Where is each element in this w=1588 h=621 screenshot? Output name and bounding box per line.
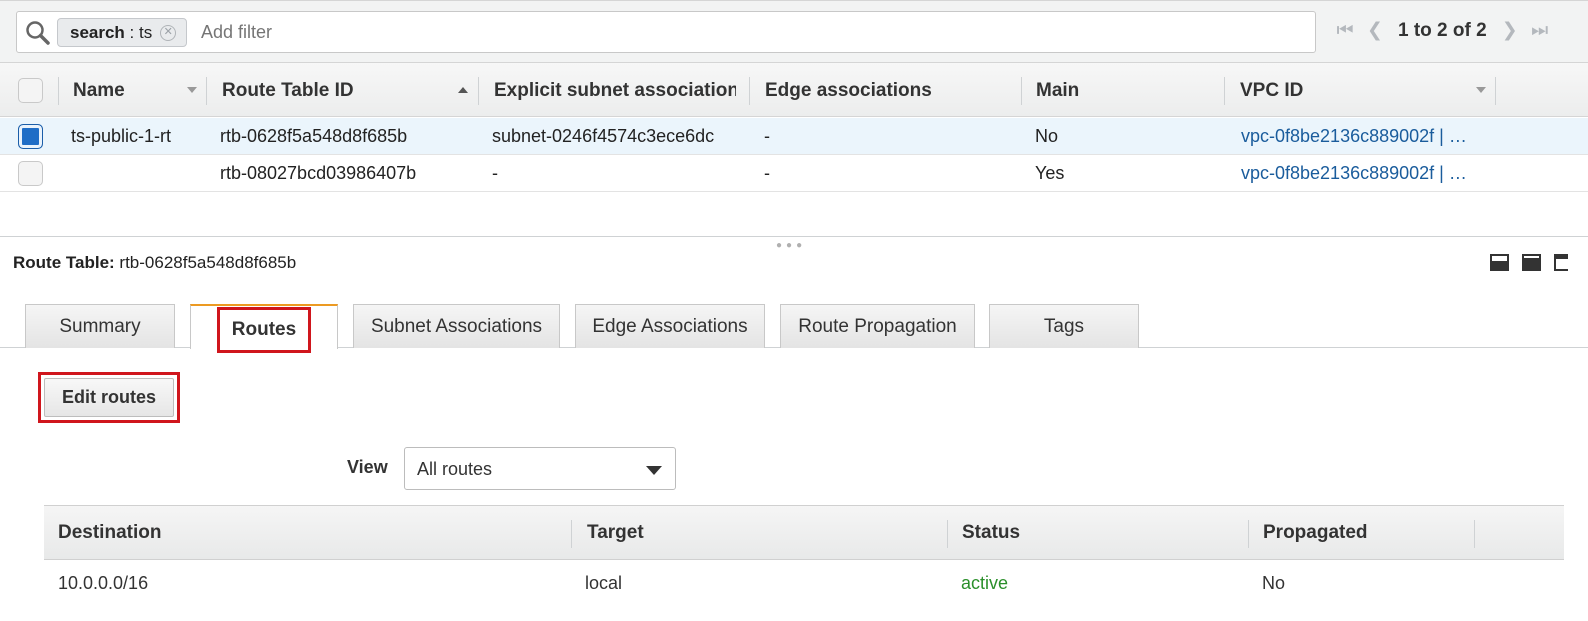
col-propagated[interactable]: Propagated bbox=[1263, 506, 1463, 560]
prev-page-icon[interactable]: ❮ bbox=[1360, 19, 1390, 42]
col-target[interactable]: Target bbox=[587, 506, 947, 560]
row-subnet: - bbox=[492, 163, 498, 183]
row-edge: - bbox=[764, 163, 770, 183]
tab-edge-associations[interactable]: Edge Associations bbox=[575, 304, 765, 348]
layout-split-icon[interactable] bbox=[1522, 254, 1541, 271]
first-page-icon[interactable]: ⏮ bbox=[1330, 20, 1360, 42]
view-select[interactable]: All routes bbox=[404, 447, 676, 490]
route-propagated: No bbox=[1262, 573, 1286, 593]
tab-tags[interactable]: Tags bbox=[989, 304, 1139, 348]
resize-handle-icon[interactable]: ●●● bbox=[776, 240, 806, 251]
next-page-icon[interactable]: ❯ bbox=[1495, 19, 1525, 42]
pagination: ⏮ ❮ 1 to 2 of 2 ❯ ⏭ bbox=[1330, 19, 1555, 42]
row-route-table-id: rtb-0628f5a548d8f685b bbox=[220, 126, 408, 146]
route-destination: 10.0.0.0/16 bbox=[58, 573, 149, 593]
col-edge-associations[interactable]: Edge associations bbox=[765, 63, 1005, 118]
search-box[interactable]: search : ts ✕ bbox=[16, 11, 1316, 53]
layout-bottom-icon[interactable] bbox=[1490, 254, 1509, 271]
filter-chip-key: search bbox=[70, 22, 125, 42]
split-divider[interactable] bbox=[0, 236, 1588, 237]
routes-table-header: Destination Target Status Propagated bbox=[44, 505, 1564, 560]
sort-caret-icon[interactable] bbox=[187, 87, 197, 93]
filter-chip-value: ts bbox=[139, 22, 153, 42]
col-name[interactable]: Name bbox=[73, 63, 183, 118]
sort-asc-icon[interactable] bbox=[458, 87, 468, 93]
edit-routes-button[interactable]: Edit routes bbox=[44, 378, 174, 417]
detail-label: Route Table: bbox=[13, 253, 115, 272]
tab-summary[interactable]: Summary bbox=[25, 304, 175, 348]
layout-top-icon[interactable] bbox=[1554, 254, 1568, 271]
remove-filter-icon[interactable]: ✕ bbox=[160, 24, 177, 41]
route-target: local bbox=[585, 573, 623, 593]
row-vpc-link[interactable]: vpc-0f8be2136c889002f | … bbox=[1241, 155, 1467, 192]
row-main: Yes bbox=[1035, 163, 1065, 183]
row-subnet: subnet-0246f4574c3ece6dc bbox=[492, 126, 715, 146]
search-icon bbox=[26, 21, 50, 45]
col-explicit-subnet[interactable]: Explicit subnet association bbox=[494, 63, 736, 118]
row-route-table-id: rtb-08027bcd03986407b bbox=[220, 163, 417, 183]
last-page-icon[interactable]: ⏭ bbox=[1525, 20, 1555, 42]
route-status: active bbox=[961, 573, 1009, 593]
col-vpc-id[interactable]: VPC ID bbox=[1240, 63, 1440, 118]
col-route-table-id[interactable]: Route Table ID bbox=[222, 63, 452, 118]
row-name: ts-public-1-rt bbox=[71, 126, 172, 146]
table-row[interactable]: rtb-08027bcd03986407b - - Yes vpc-0f8be2… bbox=[0, 155, 1588, 192]
detail-route-table-id: rtb-0628f5a548d8f685b bbox=[119, 253, 297, 272]
row-checkbox[interactable] bbox=[18, 124, 43, 149]
tab-subnet-associations[interactable]: Subnet Associations bbox=[353, 304, 560, 348]
view-select-value: All routes bbox=[417, 459, 493, 479]
edit-routes-highlight: Edit routes bbox=[38, 372, 180, 423]
filter-chip[interactable]: search : ts ✕ bbox=[57, 18, 188, 47]
page-range: 1 to 2 of 2 bbox=[1398, 19, 1487, 41]
add-filter-input[interactable] bbox=[201, 22, 601, 43]
select-all-checkbox[interactable] bbox=[18, 78, 43, 103]
table-row: 10.0.0.0/16 local active No bbox=[44, 561, 1564, 605]
col-destination[interactable]: Destination bbox=[58, 506, 558, 560]
row-edge: - bbox=[764, 126, 770, 146]
tab-routes[interactable]: Routes bbox=[190, 304, 338, 353]
col-status[interactable]: Status bbox=[962, 506, 1242, 560]
filter-bar: search : ts ✕ ⏮ ❮ 1 to 2 of 2 ❯ ⏭ bbox=[0, 0, 1588, 62]
row-checkbox[interactable] bbox=[18, 161, 43, 186]
tab-route-propagation[interactable]: Route Propagation bbox=[780, 304, 975, 348]
row-main: No bbox=[1035, 126, 1059, 146]
view-label: View bbox=[347, 457, 388, 477]
route-tables-header: Name Route Table ID Explicit subnet asso… bbox=[0, 62, 1588, 117]
row-vpc-link[interactable]: vpc-0f8be2136c889002f | … bbox=[1241, 118, 1467, 155]
detail-title: Route Table: rtb-0628f5a548d8f685b bbox=[13, 253, 296, 273]
tab-routes-label: Routes bbox=[216, 307, 312, 353]
col-main[interactable]: Main bbox=[1036, 63, 1206, 118]
chevron-down-icon bbox=[646, 466, 662, 475]
table-row[interactable]: ts-public-1-rt rtb-0628f5a548d8f685b sub… bbox=[0, 118, 1588, 155]
sort-caret-icon[interactable] bbox=[1476, 87, 1486, 93]
